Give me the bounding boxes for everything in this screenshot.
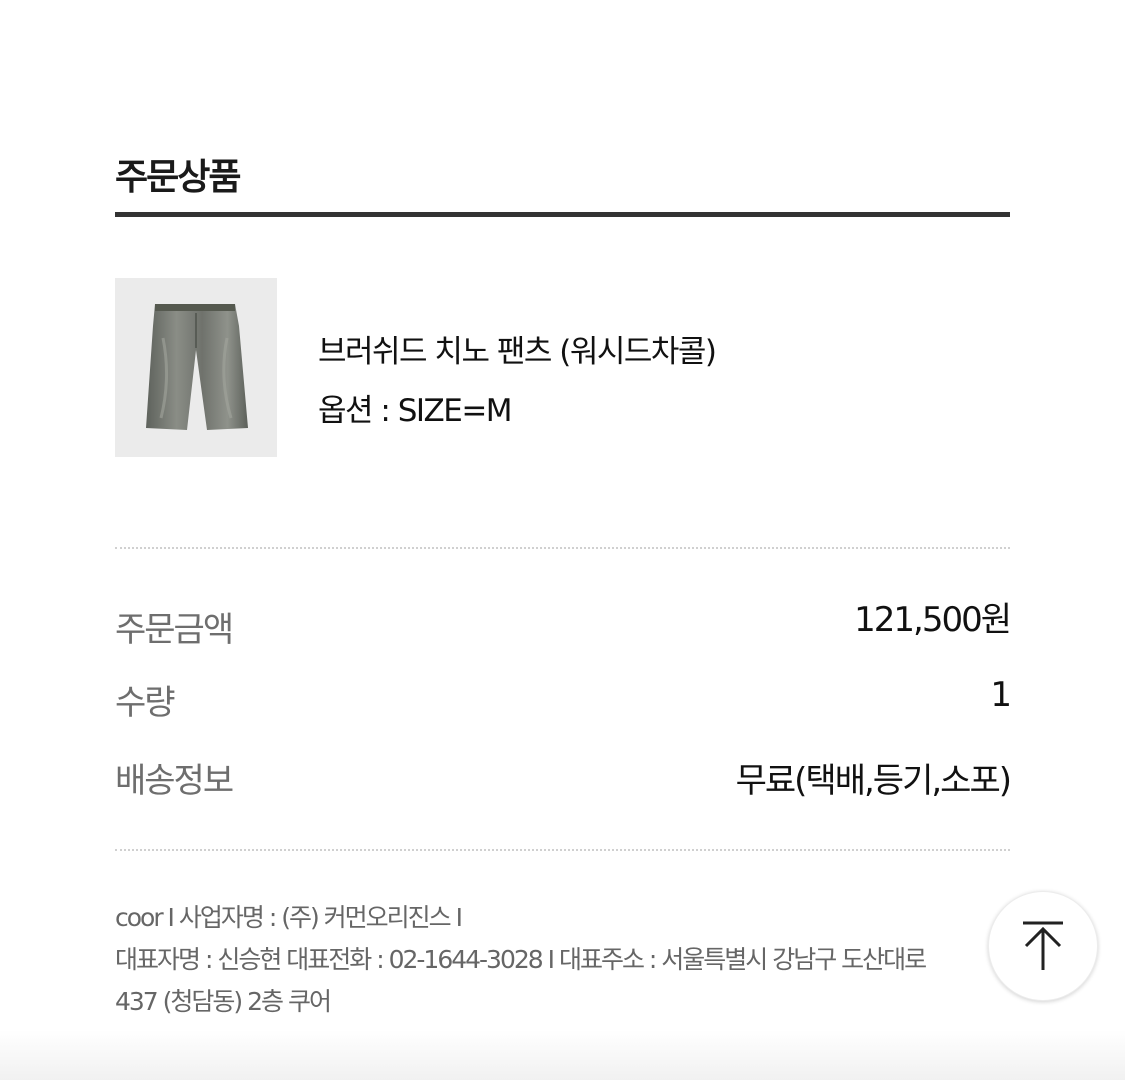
footer-company-line: coor I 사업자명 : (주) 커먼오리진스 I <box>115 903 463 932</box>
order-amount-value: 121,500원 <box>854 600 1012 640</box>
section-title: 주문상품 <box>115 157 241 198</box>
pants-image-icon <box>146 304 248 430</box>
product-option: 옵션 : SIZE=M <box>318 393 513 429</box>
bottom-fade <box>0 1030 1125 1080</box>
footer-contact-line: 대표자명 : 신승현 대표전화 : 02-1644-3028 I 대표주소 : … <box>115 945 927 974</box>
arrow-up-icon <box>1023 921 1063 970</box>
order-amount-label: 주문금액 <box>115 610 234 650</box>
shipping-label: 배송정보 <box>115 761 234 801</box>
shipping-row: 배송정보 무료(택배,등기,소포) <box>115 753 1012 801</box>
product-name[interactable]: 브러쉬드 치노 팬츠 (워시드차콜) <box>318 326 717 371</box>
order-summary-page: 주문상품 브러쉬드 치노 팬츠 (워시드차콜) 옵션 : SIZE=M 주문금액 <box>0 0 1125 1080</box>
quantity-value: 1 <box>990 675 1012 715</box>
quantity-row: 수량 1 <box>115 675 1012 723</box>
summary-divider-top <box>115 547 1010 549</box>
product-thumbnail[interactable] <box>115 278 277 457</box>
order-amount-row: 주문금액 121,500원 <box>115 598 1012 650</box>
quantity-label: 수량 <box>115 683 176 723</box>
scroll-to-top-button[interactable] <box>988 891 1098 1001</box>
shipping-value: 무료(택배,등기,소포) <box>735 761 1012 801</box>
footer-address-line: 437 (청담동) 2층 쿠어 <box>115 987 332 1016</box>
summary-divider-bottom <box>115 849 1010 851</box>
title-divider <box>115 212 1010 217</box>
